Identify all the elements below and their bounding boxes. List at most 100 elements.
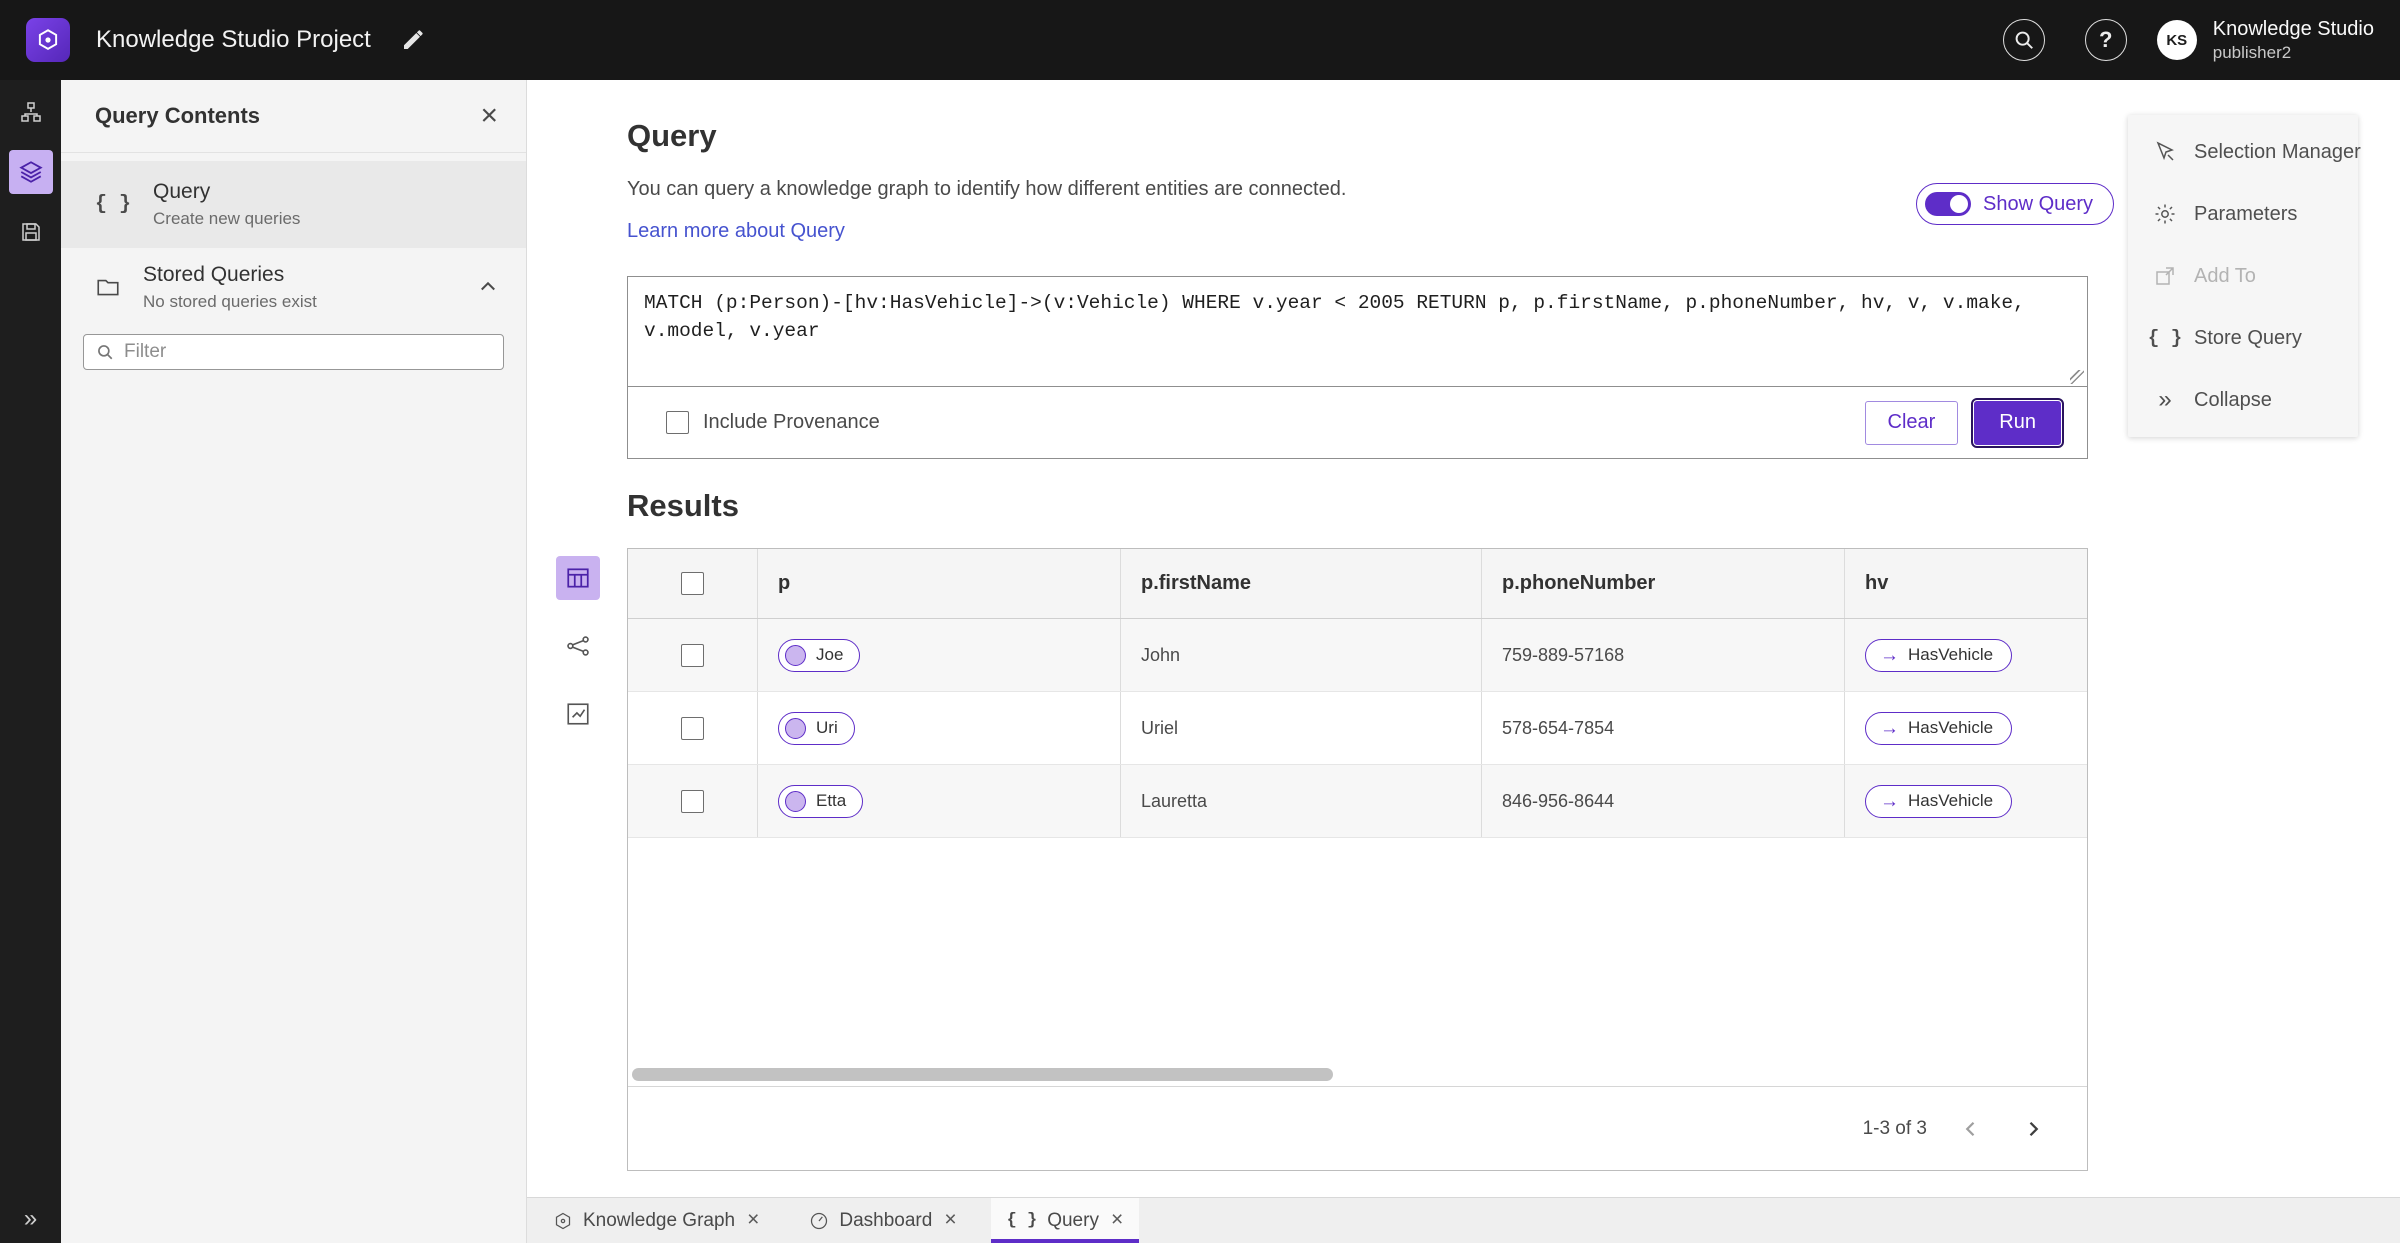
braces-icon: { } [1006,1211,1038,1230]
stored-queries-label: Stored Queries [143,262,285,286]
select-all-checkbox[interactable] [681,572,704,595]
selection-manager-icon [2152,140,2178,164]
run-button[interactable]: Run [1971,397,2064,448]
query-actions-panel: Selection Manager Parameters Add To { } … [2128,115,2361,437]
close-tab-icon[interactable]: × [944,1209,956,1230]
table-header: p p.firstName p.phoneNumber hv [628,549,2087,619]
braces-icon: { } [95,193,132,216]
relationship-pill[interactable]: → HasVehicle [1865,784,2013,818]
chevron-left-icon [1965,1121,1975,1136]
stored-queries-section[interactable]: Stored Queries No stored queries exist [61,258,526,316]
cell-firstname: Lauretta [1141,790,1208,811]
graph-view-button[interactable] [556,624,600,668]
table-row[interactable]: Uri Uriel 578-654-7854 → HasVehicle [628,692,2087,765]
user-name: publisher2 [2212,42,2292,62]
next-page-button[interactable] [2015,1111,2051,1147]
expand-rail-button[interactable]: » [0,1207,61,1231]
entity-dot-icon [785,790,806,812]
store-query-button[interactable]: { } Store Query [2128,307,2358,369]
tab-dashboard[interactable]: Dashboard × [793,1198,972,1243]
double-chevron-right-icon: » [2158,386,2172,413]
row-checkbox[interactable] [681,643,704,667]
toggle-knob [1950,195,1968,213]
entity-dot-icon [785,644,806,666]
user-info[interactable]: Knowledge Studio publisher2 [2213,17,2374,63]
chevron-right-icon [2029,1121,2039,1136]
resize-handle[interactable] [2070,370,2084,384]
arrow-right-icon: → [1880,790,1899,812]
add-to-icon [2152,264,2178,288]
search-button[interactable] [2002,19,2045,61]
hierarchy-icon [20,102,41,122]
collapse-button[interactable]: » Collapse [2128,369,2358,431]
stored-queries-sublabel: No stored queries exist [143,291,317,311]
entity-dot-icon [785,717,806,739]
column-header-p[interactable]: p [758,549,1121,618]
tab-query[interactable]: { } Query × [990,1198,1140,1243]
help-button[interactable]: ? [2084,19,2127,61]
include-provenance-checkbox[interactable] [666,411,689,434]
pagination-label: 1-3 of 3 [1862,1117,1927,1139]
chevron-up-icon[interactable] [478,277,498,297]
arrow-right-icon: → [1880,717,1899,739]
column-header-firstname[interactable]: p.firstName [1121,549,1482,618]
cell-phonenumber: 578-654-7854 [1502,717,1615,738]
query-item-sublabel: Create new queries [153,209,301,228]
save-icon [21,223,40,241]
filter-input[interactable] [124,341,491,363]
avatar[interactable]: KS [2156,20,2197,60]
avatar-initials: KS [2166,31,2188,49]
table-row[interactable]: Etta Lauretta 846-956-8644 → HasVehicle [628,765,2087,838]
sidebar-item-query[interactable]: { } Query Create new queries [61,161,526,248]
gear-icon [2152,202,2178,226]
relationship-pill[interactable]: → HasVehicle [1865,638,2013,672]
arrow-right-icon: → [1880,644,1899,666]
results-title: Results [627,488,739,523]
left-icon-rail: » [0,80,61,1243]
table-icon [567,568,589,588]
chart-view-button[interactable] [556,692,600,736]
row-checkbox[interactable] [681,716,704,740]
app-logo-icon[interactable] [26,18,70,62]
relationship-pill[interactable]: → HasVehicle [1865,711,2013,745]
include-provenance-label: Include Provenance [703,411,880,433]
close-panel-icon[interactable]: × [480,101,498,131]
column-header-phonenumber[interactable]: p.phoneNumber [1482,549,1845,618]
row-checkbox[interactable] [681,789,704,813]
results-table: p p.firstName p.phoneNumber hv Joe John … [627,548,2088,1171]
user-org: Knowledge Studio [2212,17,2374,40]
column-header-hv[interactable]: hv [1845,549,2087,618]
learn-more-link[interactable]: Learn more about Query [627,220,845,243]
save-view-button[interactable] [9,210,53,254]
entity-pill[interactable]: Uri [778,711,855,745]
previous-page-button[interactable] [1953,1111,1989,1147]
add-to-button: Add To [2128,245,2358,307]
query-textarea[interactable]: MATCH (p:Person)-[hv:HasVehicle]->(v:Veh… [628,277,2087,387]
selection-manager-button[interactable]: Selection Manager [2128,121,2361,183]
clear-button[interactable]: Clear [1864,400,1959,445]
cell-phonenumber: 846-956-8644 [1502,790,1615,811]
layers-view-button[interactable] [8,150,53,194]
search-icon [2015,31,2033,49]
panel-title: Query Contents [95,103,261,128]
horizontal-scrollbar[interactable] [632,1068,1333,1082]
filter-search-icon [98,345,113,360]
close-tab-icon[interactable]: × [747,1209,759,1230]
table-view-button[interactable] [556,556,600,600]
entity-pill[interactable]: Joe [778,638,861,672]
close-tab-icon[interactable]: × [1111,1209,1123,1230]
edit-title-icon[interactable] [401,28,425,52]
project-title: Knowledge Studio Project [96,26,371,53]
parameters-button[interactable]: Parameters [2128,183,2358,245]
query-contents-panel: Query Contents × { } Query Create new qu… [61,80,527,1243]
table-row[interactable]: Joe John 759-889-57168 → HasVehicle [628,619,2087,692]
cell-firstname: Uriel [1141,717,1179,738]
tab-knowledge-graph[interactable]: Knowledge Graph × [537,1198,775,1243]
bottom-tabbar: Knowledge Graph × Dashboard × { } Query … [527,1197,2400,1243]
show-query-toggle[interactable]: Show Query [1916,183,2115,225]
hierarchy-view-button[interactable] [9,90,53,134]
query-description: You can query a knowledge graph to ident… [627,178,1347,200]
cell-firstname: John [1141,644,1181,665]
cell-phonenumber: 759-889-57168 [1502,644,1625,665]
entity-pill[interactable]: Etta [778,784,864,818]
